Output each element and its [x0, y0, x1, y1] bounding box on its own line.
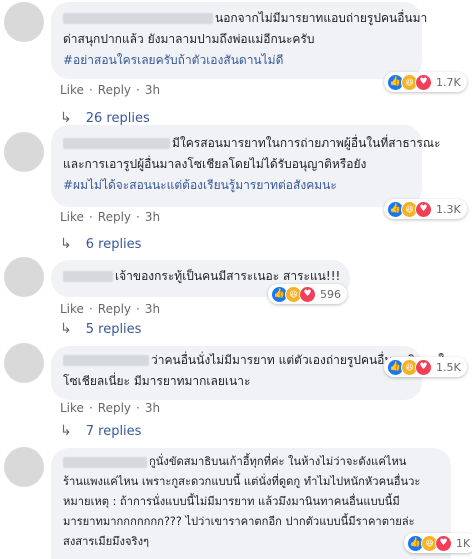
- author-name-blurred[interactable]: [63, 271, 113, 282]
- reaction-summary[interactable]: 👍 😆 ♥ 1.5K: [384, 357, 467, 377]
- love-reaction-icon: ♥: [415, 358, 432, 376]
- replies-count: 6 replies: [85, 236, 142, 252]
- view-replies-link[interactable]: ↳ 7 replies: [60, 423, 141, 439]
- like-button[interactable]: Like: [60, 302, 84, 316]
- avatar[interactable]: [4, 257, 44, 297]
- comment-actions: Like · Reply · 3h: [60, 83, 160, 97]
- comment-text: ร้านแพงแค่ไหน เพราะกูสะดวกแบบนี้ แต่นั่ง…: [63, 475, 421, 488]
- separator-dot: ·: [136, 83, 140, 97]
- comment-bubble: ว่าคนอื่นนั่งไม่มีมารยาท แต่ตัวเองถ่ายรู…: [51, 346, 452, 400]
- separator-dot: ·: [136, 302, 140, 316]
- comment-actions: Like · Reply · 3h: [60, 210, 160, 224]
- comment-text: กูนั่งขัดสมาธิบนเก้าอี้ทุกที่ค่ะ ในห้างไ…: [149, 455, 407, 468]
- comment-text: โซเชียลเนี่ยะ มีมารยาทมากเลยเนาะ: [63, 374, 251, 388]
- comment-bubble: นอกจากไม่มีมารยาทแอบถ่ายรูปคนอื่นมา ด่าส…: [51, 2, 427, 79]
- like-button[interactable]: Like: [60, 210, 84, 224]
- comment-text: นอกจากไม่มีมารยาทแอบถ่ายรูปคนอื่นมา: [215, 11, 428, 25]
- view-replies-link[interactable]: ↳ 6 replies: [60, 236, 141, 252]
- comment-text: มีใครสอนมารยาทในการถ่ายภาพผู้อื่นในที่สา…: [172, 136, 441, 150]
- reaction-summary[interactable]: 👍 😆 ♥ 1.7K: [384, 72, 467, 92]
- reaction-count: 1.7K: [436, 75, 461, 89]
- timestamp[interactable]: 3h: [145, 302, 160, 316]
- author-name-blurred[interactable]: [63, 138, 170, 149]
- comment-text: หมายเหตุ : ถ้าการนั่งแบบนี้ไม่มีมารยาท แ…: [63, 495, 400, 508]
- avatar[interactable]: [4, 132, 44, 172]
- separator-dot: ·: [88, 302, 93, 316]
- reaction-summary[interactable]: 👍 😆 ♥ 1K: [404, 533, 472, 553]
- author-name-blurred[interactable]: [63, 13, 213, 24]
- timestamp[interactable]: 3h: [145, 401, 160, 415]
- comment-text: ด่าสนุกปากแล้ว ยังมาลามปามถึงพ่อแม่อีกนะ…: [63, 32, 315, 46]
- comment-actions: Like · Reply · 3h: [60, 302, 160, 316]
- reply-arrow-icon: ↳: [60, 110, 72, 126]
- separator-dot: ·: [88, 210, 93, 224]
- reply-button[interactable]: Reply: [98, 302, 131, 316]
- love-reaction-icon: ♥: [415, 73, 432, 91]
- view-replies-link[interactable]: ↳ 5 replies: [60, 321, 141, 337]
- separator-dot: ·: [88, 401, 93, 415]
- separator-dot: ·: [136, 401, 140, 415]
- timestamp[interactable]: 3h: [145, 83, 160, 97]
- separator-dot: ·: [136, 210, 140, 224]
- author-name-blurred[interactable]: [63, 355, 149, 366]
- reaction-count: 1.5K: [436, 360, 461, 374]
- replies-count: 7 replies: [85, 423, 142, 439]
- like-button[interactable]: Like: [60, 83, 84, 97]
- love-reaction-icon: ♥: [299, 285, 316, 303]
- reply-button[interactable]: Reply: [98, 210, 131, 224]
- avatar[interactable]: [4, 447, 44, 487]
- timestamp[interactable]: 3h: [145, 210, 160, 224]
- reaction-count: 1.3K: [436, 202, 461, 216]
- separator-dot: ·: [88, 83, 93, 97]
- author-name-blurred[interactable]: [63, 456, 147, 468]
- comment-text: เจ้าของกระทู้เป็นคนมีสาระเนอะ สาระแน!!!: [115, 269, 341, 283]
- reply-button[interactable]: Reply: [98, 83, 131, 97]
- comment-bubble: มีใครสอนมารยาทในการถ่ายภาพผู้อื่นในที่สา…: [51, 125, 440, 207]
- reaction-summary[interactable]: 👍 😆 ♥ 1.3K: [384, 199, 467, 219]
- replies-count: 26 replies: [85, 110, 150, 126]
- avatar[interactable]: [4, 2, 44, 42]
- view-replies-link[interactable]: ↳ 26 replies: [60, 110, 150, 126]
- comment-text: สงสารเมียมึงจริงๆ: [63, 535, 150, 548]
- love-reaction-icon: ♥: [415, 200, 432, 218]
- reaction-count: 596: [320, 287, 341, 301]
- avatar[interactable]: [4, 343, 44, 383]
- reply-arrow-icon: ↳: [60, 423, 72, 439]
- reply-button[interactable]: Reply: [98, 401, 131, 415]
- comment-bubble: กูนั่งขัดสมาธิบนเก้าอี้ทุกที่ค่ะ ในห้างไ…: [51, 448, 451, 559]
- reaction-summary[interactable]: 👍 😆 ♥ 596: [268, 284, 347, 304]
- like-button[interactable]: Like: [60, 401, 84, 415]
- love-reaction-icon: ♥: [435, 534, 452, 552]
- hashtag-link[interactable]: #ผมไม่ได้จะสอนนะแต่ต้องเรียนรู้มารยาทต่อ…: [63, 175, 410, 196]
- comment-text: มารยาทมากกกกกกก??? ไปว่าเขาราคาตกอีก ปาก…: [63, 515, 415, 528]
- comment-text: และการเอารูปผู้อื่นมาลงโซเชียลโดยไม่ได้ร…: [63, 157, 367, 171]
- comment-actions: Like · Reply · 3h: [60, 401, 160, 415]
- hashtag-link[interactable]: #อย่าสอนใครเลยครับถ้าตัวเองสันดานไม่ดี: [63, 50, 410, 71]
- reaction-count: 1K: [456, 536, 471, 550]
- reply-arrow-icon: ↳: [60, 236, 72, 252]
- replies-count: 5 replies: [85, 321, 142, 337]
- reply-arrow-icon: ↳: [60, 321, 72, 337]
